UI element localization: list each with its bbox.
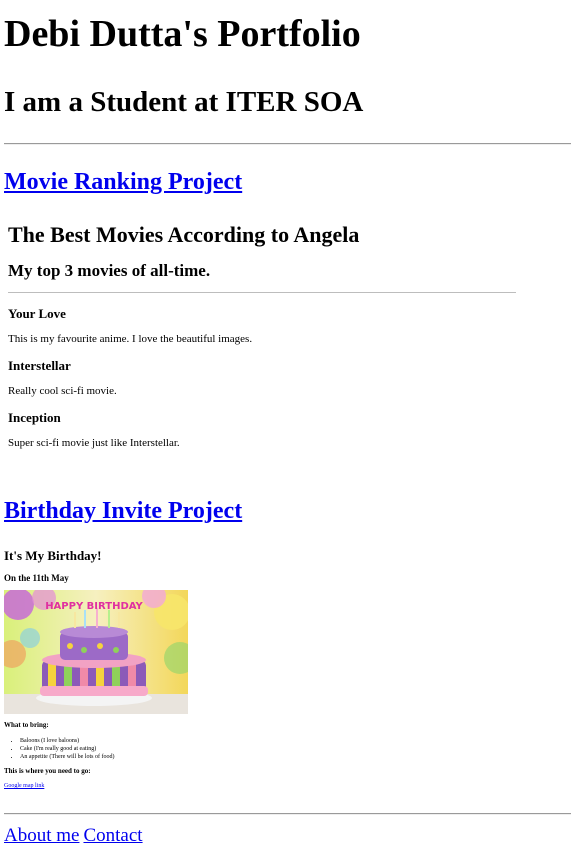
movie-title-3: Inception [8,410,61,425]
movie-ranking-project-link[interactable]: Movie Ranking Project [4,167,242,197]
contact-link[interactable]: Contact [83,825,142,846]
about-me-link[interactable]: About me [4,825,79,846]
movie-divider [8,292,516,293]
bottom-divider [4,813,571,815]
page-title: Debi Dutta's Portfolio [4,13,361,55]
cake-topper-text: HAPPY BIRTHDAY [45,601,143,612]
birthday-invite-project-link[interactable]: Birthday Invite Project [4,496,242,526]
movie-description-3: Super sci-fi movie just like Interstella… [8,437,180,449]
movie-description-1: This is my favourite anime. I love the b… [8,333,253,345]
movie-ranking-embed: The Best Movies According to Angela My t… [4,212,524,462]
birthday-date: On the 11th May [4,573,69,583]
movie-heading: The Best Movies According to Angela [8,222,360,247]
footer-nav: About me Contact [4,825,143,847]
birthday-heading: It's My Birthday! [4,548,102,563]
birthday-cake-image: HAPPY BIRTHDAY [4,590,188,714]
list-item: Cake (I'm really good at eating) [20,745,114,753]
movie-description-2: Really cool sci-fi movie. [8,385,117,397]
movie-title-2: Interstellar [8,358,71,373]
list-item: An appetite (There will be lots of food) [20,753,114,761]
movie-subheading: My top 3 movies of all-time. [8,261,211,280]
bring-list: Baloons (I love baloons) Cake (I'm reall… [10,737,114,761]
google-map-link[interactable]: Google map link [4,782,44,790]
movie-title-1: Your Love [8,306,66,321]
top-divider [4,143,571,145]
page-subtitle: I am a Student at ITER SOA [4,86,364,118]
bring-heading: What to bring: [4,721,49,729]
list-item: Baloons (I love baloons) [20,737,114,745]
where-heading: This is where you need to go: [4,767,91,775]
